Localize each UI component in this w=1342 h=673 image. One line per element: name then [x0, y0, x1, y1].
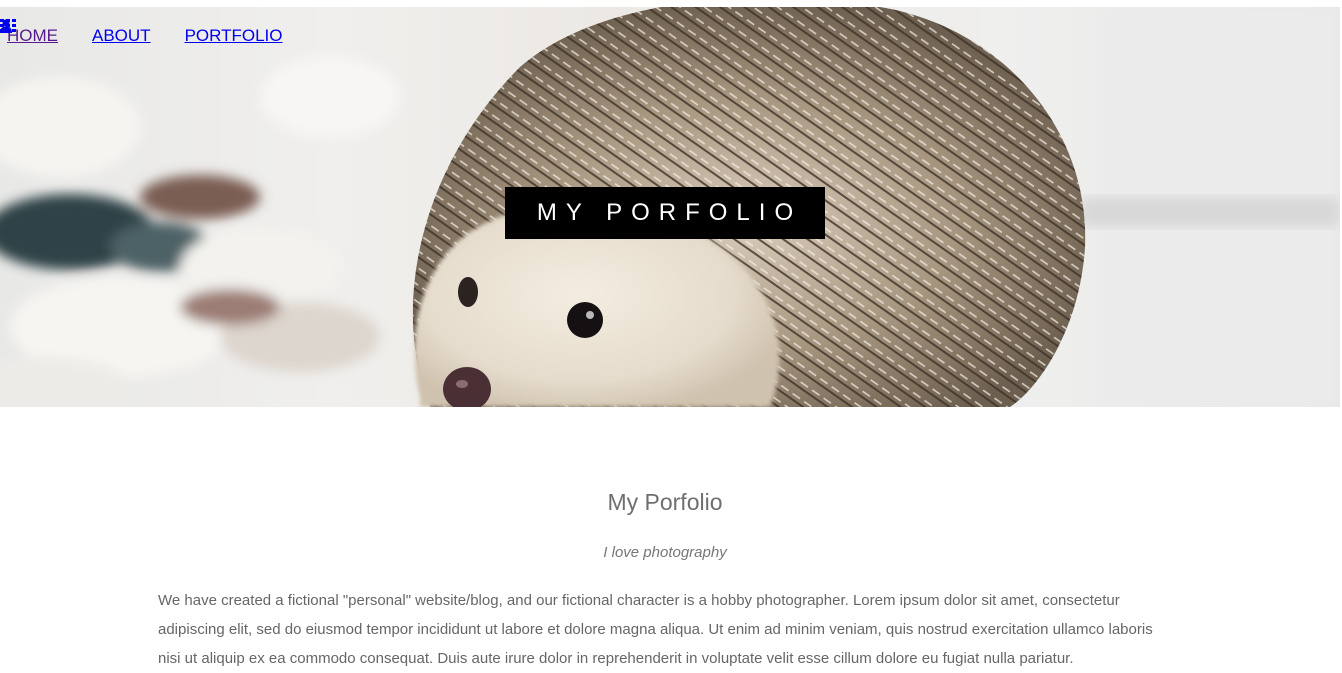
main-nav: HOME ABOUT PORTFOLIO	[0, 19, 308, 53]
intro-paragraph: We have created a fictional "personal" w…	[158, 592, 1153, 667]
hero-banner: HOME ABOUT PORTFOLIO MY PORFOLIO	[0, 7, 1340, 407]
nav-link-portfolio-label: PORTFOLIO	[184, 26, 283, 45]
hero-title-box: MY PORFOLIO	[505, 187, 825, 239]
hero-title: MY PORFOLIO	[536, 199, 803, 226]
top-strip	[0, 0, 1342, 7]
nav-link-portfolio[interactable]: PORTFOLIO	[0, 19, 283, 46]
main-content: My Porfolio I love photography We have c…	[0, 407, 1342, 673]
nav-link-about[interactable]: ABOUT	[0, 19, 151, 46]
section-heading: My Porfolio	[607, 489, 723, 515]
section-subtitle: I love photography	[603, 544, 727, 561]
nav-link-about-label: ABOUT	[92, 26, 151, 45]
